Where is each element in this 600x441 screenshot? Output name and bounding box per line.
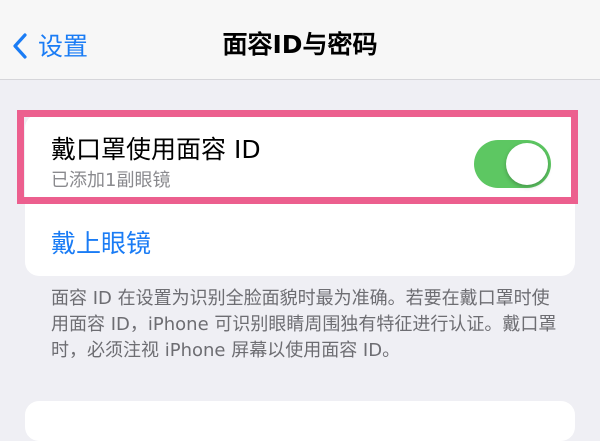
add-glasses-link[interactable]: 戴上眼镜 (51, 225, 151, 263)
highlight-annotation-box (17, 110, 578, 204)
page-title: 面容ID与密码 (222, 30, 378, 59)
next-settings-group (25, 401, 575, 441)
navigation-bar: 设置 面容ID与密码 (0, 0, 600, 80)
footer-description: 面容 ID 在设置为识别全脸面貌时最为准确。若要在戴口罩时使用面容 ID，iPh… (51, 288, 557, 361)
